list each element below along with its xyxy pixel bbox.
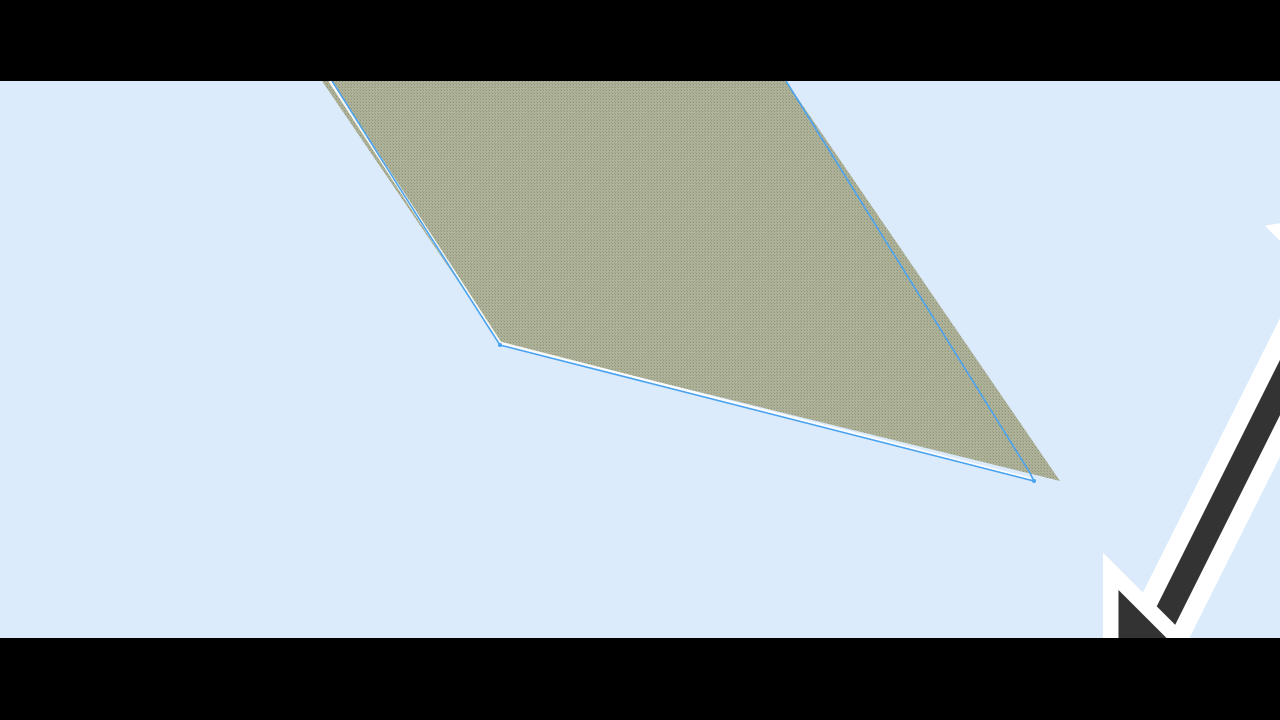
map-canvas[interactable]: [0, 81, 1280, 638]
letterbox-top: [0, 0, 1280, 81]
check-icon[interactable]: [1186, 109, 1214, 133]
vertex-handle[interactable]: [498, 343, 502, 347]
edge-marker: [1276, 81, 1280, 91]
letterbox-bottom: [0, 638, 1280, 720]
vertex-handle[interactable]: [1032, 479, 1036, 483]
polygon-edit-surface[interactable]: [0, 81, 1280, 638]
x-icon[interactable]: [1217, 136, 1245, 164]
